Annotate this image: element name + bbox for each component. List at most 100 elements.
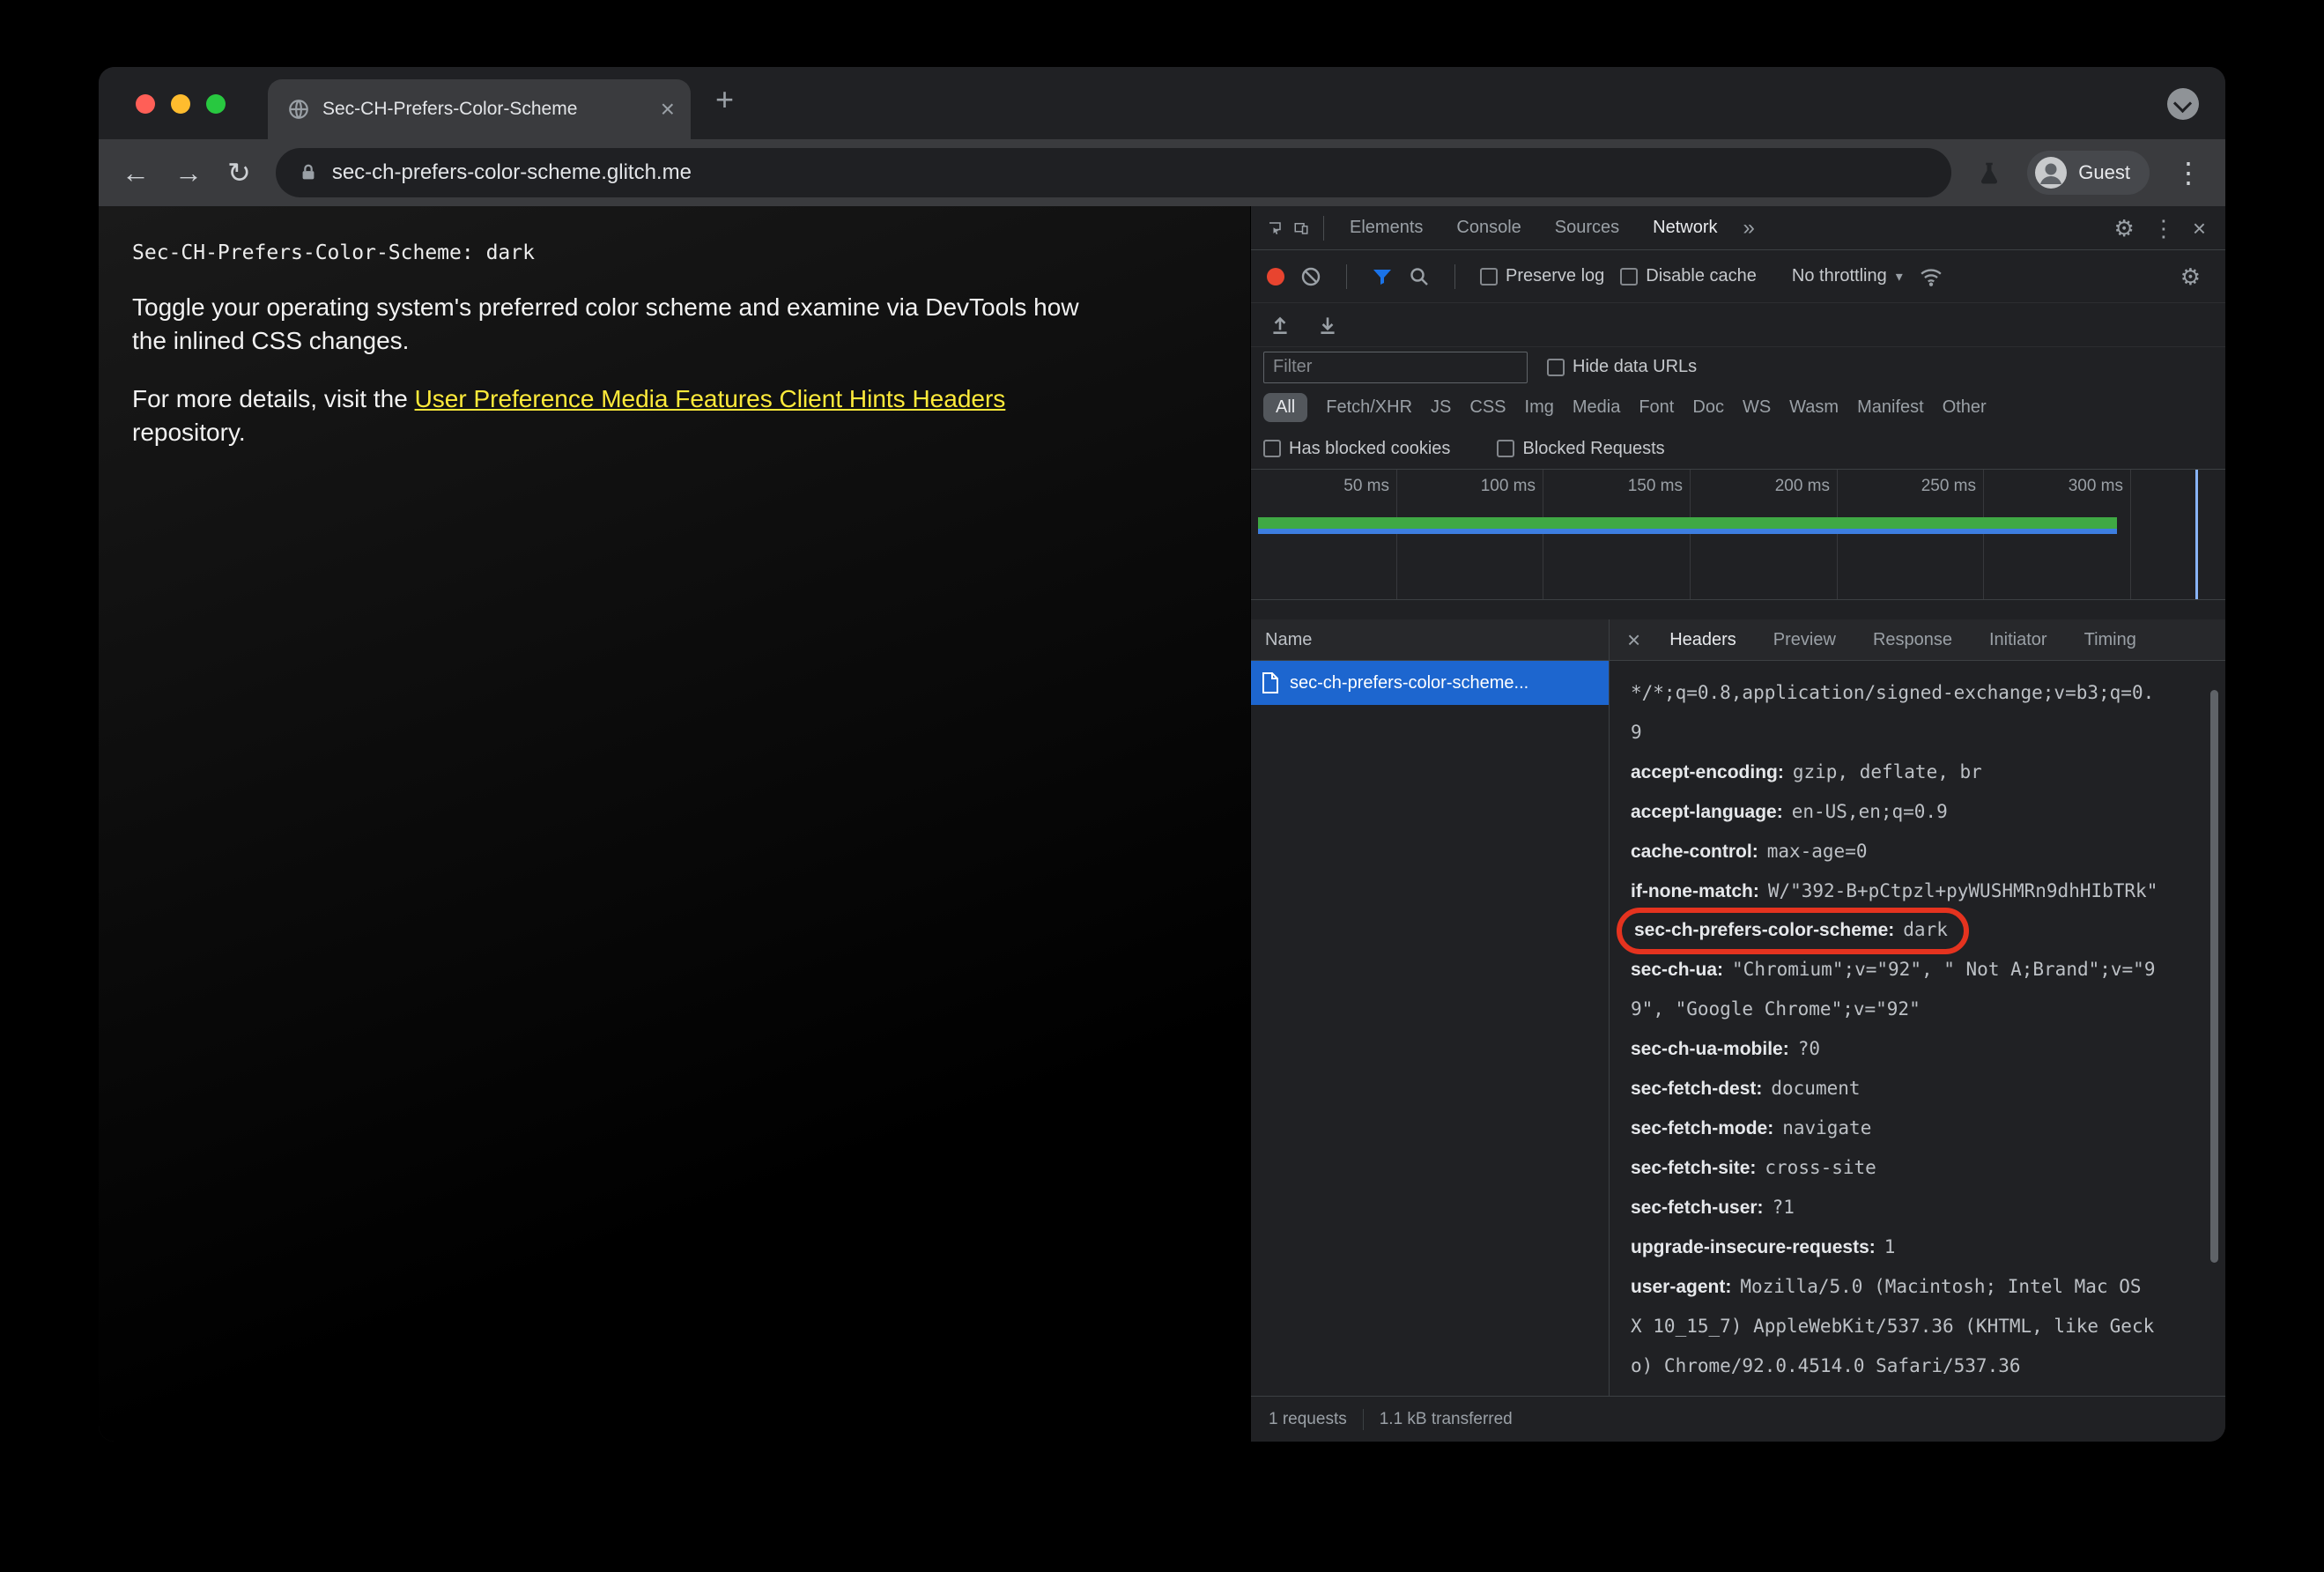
divider [1454,263,1455,289]
clear-network-log-icon[interactable] [1300,266,1321,287]
request-header: accept-language: en-US,en;q=0.9 [1631,801,1948,822]
import-har-icon[interactable] [1269,314,1292,337]
devtools-close-icon[interactable]: × [2184,217,2215,240]
timeline-tick-label: 300 ms [2068,477,2123,495]
network-overview-timeline[interactable]: 50 ms 100 ms 150 ms 200 ms 250 ms 300 ms [1251,470,2225,600]
tab-headers[interactable]: Headers [1651,630,1755,650]
requests-table: Name sec-ch-prefers-color-scheme... [1251,619,1610,1396]
forward-icon[interactable]: → [174,159,203,187]
detail-scrollbar-thumb[interactable] [2210,690,2218,1263]
device-toolbar-icon[interactable] [1288,215,1314,241]
filter-funnel-icon[interactable] [1372,266,1393,287]
tab-console[interactable]: Console [1440,218,1537,238]
address-bar[interactable]: sec-ch-prefers-color-scheme.glitch.me [275,148,1952,197]
browser-toolbar: ← → ↻ sec-ch-prefers-color-scheme.glitch… [99,139,2225,206]
request-headers-list[interactable]: */*;q=0.8,application/signed-exchange;v=… [1610,661,2225,1396]
request-header: upgrade-insecure-requests: 1 [1631,1236,1896,1257]
disable-cache-option[interactable]: Disable cache [1620,266,1757,286]
filter-manifest[interactable]: Manifest [1857,397,1924,418]
url-text: sec-ch-prefers-color-scheme.glitch.me [331,160,692,184]
network-main-area: Name sec-ch-prefers-color-scheme... × He… [1251,600,2225,1396]
close-window-button[interactable] [136,94,155,114]
filter-wasm[interactable]: Wasm [1789,397,1839,418]
filter-media[interactable]: Media [1573,397,1620,418]
filter-all[interactable]: All [1263,393,1308,422]
detail-close-icon[interactable]: × [1617,627,1651,654]
network-settings-gear-icon[interactable]: ⚙ [2172,265,2209,288]
profile-name: Guest [2078,161,2130,183]
request-header: sec-ch-ua: "Chromium";v="92", " Not A;Bra… [1631,959,2156,1020]
request-detail-pane: × Headers Preview Response Initiator Tim… [1610,619,2225,1396]
timeline-gridline [1983,470,1984,599]
request-header: sec-fetch-user: ?1 [1631,1197,1795,1218]
filter-other[interactable]: Other [1943,397,1987,418]
avatar-icon [2035,157,2068,189]
new-tab-button[interactable]: + [715,81,734,118]
document-icon [1262,672,1278,693]
request-name: sec-ch-prefers-color-scheme... [1290,672,1529,693]
divider [1362,1408,1364,1430]
browser-menu-kebab-icon[interactable]: ⋮ [2174,159,2202,187]
has-blocked-cookies-checkbox[interactable] [1263,440,1281,457]
profile-chip[interactable]: Guest [2027,151,2150,195]
transferred-size: 1.1 kB transferred [1379,1409,1513,1428]
inspect-element-icon[interactable] [1262,215,1288,241]
annotation-red-oval: sec-ch-prefers-color-scheme: dark [1617,908,1969,954]
window-content: Sec-CH-Prefers-Color-Scheme: dark Toggle… [99,206,2225,1442]
flask-extension-icon[interactable] [1976,159,2002,187]
tab-network[interactable]: Network [1636,218,1734,238]
devtools-menu-kebab-icon[interactable]: ⋮ [2143,217,2184,240]
request-header: */*;q=0.8,application/signed-exchange;v=… [1631,682,2155,743]
request-header: accept-encoding: gzip, deflate, br [1631,761,1982,782]
filter-doc[interactable]: Doc [1692,397,1724,418]
timeline-gridline [1690,470,1691,599]
network-filter-input[interactable] [1263,351,1528,383]
tab-sources[interactable]: Sources [1538,218,1636,238]
tab-search-chevron-icon[interactable] [2167,88,2199,120]
tab-initiator[interactable]: Initiator [1971,630,2066,650]
tab-response[interactable]: Response [1854,630,1971,650]
network-conditions-icon[interactable] [1919,265,1943,288]
filter-js[interactable]: JS [1431,397,1451,418]
devtools-settings-gear-icon[interactable]: ⚙ [2106,217,2143,240]
hide-data-urls-checkbox[interactable] [1547,358,1565,376]
filter-font[interactable]: Font [1639,397,1674,418]
record-network-log-button[interactable] [1267,267,1284,285]
fullscreen-window-button[interactable] [206,94,226,114]
filter-css[interactable]: CSS [1469,397,1506,418]
more-tabs-icon[interactable]: » [1735,216,1764,241]
reload-icon[interactable]: ↻ [227,159,251,187]
lock-icon [302,164,315,180]
disable-cache-checkbox[interactable] [1620,267,1639,285]
dropdown-caret-icon: ▾ [1895,269,1903,285]
blocked-requests-checkbox[interactable] [1497,440,1515,457]
export-har-icon[interactable] [1316,314,1339,337]
minimize-window-button[interactable] [171,94,190,114]
back-icon[interactable]: ← [122,159,150,187]
network-status-bar: 1 requests 1.1 kB transferred [1251,1396,2225,1442]
request-row-selected[interactable]: sec-ch-prefers-color-scheme... [1251,661,1609,705]
name-column-header[interactable]: Name [1251,619,1609,661]
har-toolbar [1251,303,2225,347]
color-scheme-readout: Sec-CH-Prefers-Color-Scheme: dark [132,241,535,264]
network-controls-bar: Preserve log Disable cache No throttling… [1251,250,2225,303]
request-count: 1 requests [1269,1409,1347,1428]
search-icon[interactable] [1409,266,1430,287]
filter-img[interactable]: Img [1525,397,1554,418]
filter-ws[interactable]: WS [1743,397,1771,418]
tab-close-icon[interactable]: × [661,97,675,122]
timeline-transfer-bar [1258,529,2117,534]
request-header: cache-control: max-age=0 [1631,841,1868,862]
hide-data-urls-option[interactable]: Hide data URLs [1547,357,1697,377]
preserve-log-option[interactable]: Preserve log [1480,266,1604,286]
throttling-dropdown[interactable]: No throttling ▾ [1792,266,1903,286]
browser-tab[interactable]: Sec-CH-Prefers-Color-Scheme × [268,79,691,139]
tab-timing[interactable]: Timing [2066,630,2155,650]
repository-link[interactable]: User Preference Media Features Client Hi… [415,385,1006,412]
filter-fetch-xhr[interactable]: Fetch/XHR [1326,397,1412,418]
preserve-log-checkbox[interactable] [1480,267,1498,285]
timeline-tick-label: 50 ms [1343,477,1389,495]
tab-preview[interactable]: Preview [1755,630,1854,650]
tab-title: Sec-CH-Prefers-Color-Scheme [322,99,578,119]
tab-elements[interactable]: Elements [1333,218,1440,238]
